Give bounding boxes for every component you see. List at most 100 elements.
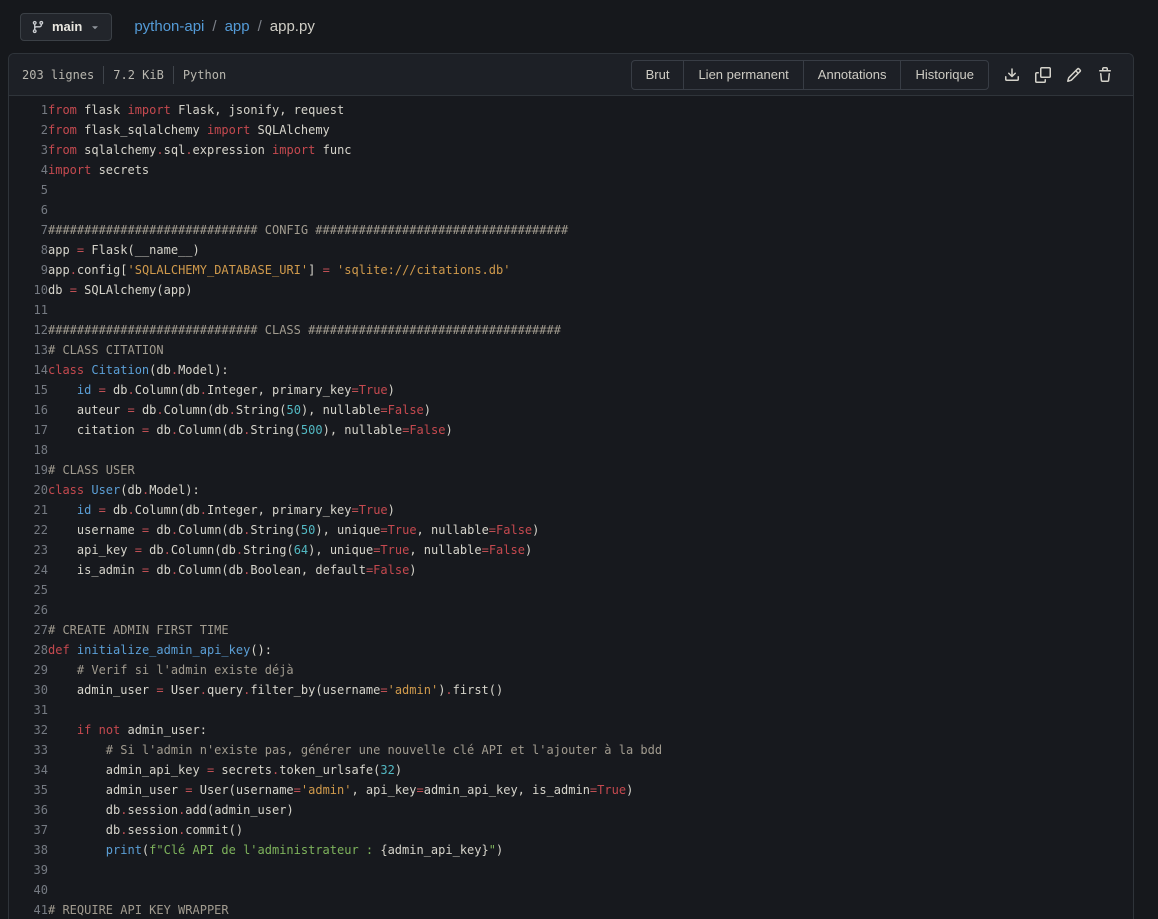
line-number[interactable]: 33 — [9, 740, 48, 760]
branch-selector-button[interactable]: main — [20, 13, 112, 41]
code-line-row: 21 id = db.Column(db.Integer, primary_ke… — [9, 500, 1133, 520]
code-line-row: 36 db.session.add(admin_user) — [9, 800, 1133, 820]
line-number[interactable]: 36 — [9, 800, 48, 820]
code-line: auteur = db.Column(db.String(50), nullab… — [48, 400, 1133, 420]
line-number[interactable]: 35 — [9, 780, 48, 800]
breadcrumb-separator: / — [258, 18, 262, 35]
line-number[interactable]: 21 — [9, 500, 48, 520]
line-number[interactable]: 16 — [9, 400, 48, 420]
history-button[interactable]: Historique — [900, 61, 988, 89]
line-number[interactable]: 18 — [9, 440, 48, 460]
line-number[interactable]: 13 — [9, 340, 48, 360]
line-number[interactable]: 15 — [9, 380, 48, 400]
trash-icon[interactable] — [1097, 67, 1113, 83]
line-number[interactable]: 38 — [9, 840, 48, 860]
code-line: # CLASS USER — [48, 460, 1133, 480]
code-line: if not admin_user: — [48, 720, 1133, 740]
line-number[interactable]: 25 — [9, 580, 48, 600]
code-line: from flask_sqlalchemy import SQLAlchemy — [48, 120, 1133, 140]
line-number[interactable]: 24 — [9, 560, 48, 580]
download-icon[interactable] — [1004, 67, 1020, 83]
code-line-row: 33 # Si l'admin n'existe pas, générer un… — [9, 740, 1133, 760]
line-number[interactable]: 2 — [9, 120, 48, 140]
git-branch-icon — [31, 20, 45, 34]
file-size: 7.2 KiB — [113, 68, 164, 82]
line-number[interactable]: 7 — [9, 220, 48, 240]
code-line: is_admin = db.Column(db.Boolean, default… — [48, 560, 1133, 580]
permalink-button[interactable]: Lien permanent — [683, 61, 802, 89]
raw-button[interactable]: Brut — [632, 61, 684, 89]
chevron-down-icon — [89, 21, 101, 33]
line-number[interactable]: 4 — [9, 160, 48, 180]
line-number[interactable]: 31 — [9, 700, 48, 720]
line-number[interactable]: 1 — [9, 100, 48, 120]
code-line — [48, 300, 1133, 320]
line-number[interactable]: 8 — [9, 240, 48, 260]
code-line-row: 18 — [9, 440, 1133, 460]
code-line-row: 39 — [9, 860, 1133, 880]
code-line — [48, 200, 1133, 220]
code-line-row: 32 if not admin_user: — [9, 720, 1133, 740]
file-info-divider — [173, 66, 174, 84]
code-line-row: 13# CLASS CITATION — [9, 340, 1133, 360]
code-line: id = db.Column(db.Integer, primary_key=T… — [48, 380, 1133, 400]
code-line: # REQUIRE API KEY WRAPPER — [48, 900, 1133, 919]
pencil-icon[interactable] — [1066, 67, 1082, 83]
code-line: def initialize_admin_api_key(): — [48, 640, 1133, 660]
line-number[interactable]: 30 — [9, 680, 48, 700]
code-line: class Citation(db.Model): — [48, 360, 1133, 380]
line-number[interactable]: 5 — [9, 180, 48, 200]
line-number[interactable]: 32 — [9, 720, 48, 740]
breadcrumb-dir-link[interactable]: app — [225, 18, 250, 35]
code-line: citation = db.Column(db.String(500), nul… — [48, 420, 1133, 440]
code-line-row: 37 db.session.commit() — [9, 820, 1133, 840]
line-number[interactable]: 27 — [9, 620, 48, 640]
line-number[interactable]: 34 — [9, 760, 48, 780]
file-view-panel: 203 lignes 7.2 KiB Python Brut Lien perm… — [8, 53, 1134, 919]
code-line-row: 22 username = db.Column(db.String(50), u… — [9, 520, 1133, 540]
line-number[interactable]: 12 — [9, 320, 48, 340]
line-number[interactable]: 6 — [9, 200, 48, 220]
line-number[interactable]: 3 — [9, 140, 48, 160]
code-line: db = SQLAlchemy(app) — [48, 280, 1133, 300]
line-number[interactable]: 22 — [9, 520, 48, 540]
line-number[interactable]: 26 — [9, 600, 48, 620]
code-table: 1from flask import Flask, jsonify, reque… — [9, 100, 1133, 919]
code-line — [48, 860, 1133, 880]
code-body: 1from flask import Flask, jsonify, reque… — [9, 100, 1133, 919]
code-line: app = Flask(__name__) — [48, 240, 1133, 260]
line-number[interactable]: 29 — [9, 660, 48, 680]
code-line-row: 12############################# CLASS ##… — [9, 320, 1133, 340]
code-line: from flask import Flask, jsonify, reques… — [48, 100, 1133, 120]
line-number[interactable]: 41 — [9, 900, 48, 919]
line-number[interactable]: 19 — [9, 460, 48, 480]
code-line — [48, 880, 1133, 900]
line-number[interactable]: 23 — [9, 540, 48, 560]
breadcrumb-repo-link[interactable]: python-api — [134, 18, 204, 35]
code-line: admin_user = User.query.filter_by(userna… — [48, 680, 1133, 700]
line-number[interactable]: 9 — [9, 260, 48, 280]
code-line: admin_user = User(username='admin', api_… — [48, 780, 1133, 800]
line-number[interactable]: 20 — [9, 480, 48, 500]
code-line: # CREATE ADMIN FIRST TIME — [48, 620, 1133, 640]
line-number[interactable]: 14 — [9, 360, 48, 380]
line-number[interactable]: 28 — [9, 640, 48, 660]
code-line: db.session.add(admin_user) — [48, 800, 1133, 820]
annotations-button[interactable]: Annotations — [803, 61, 901, 89]
line-number[interactable]: 39 — [9, 860, 48, 880]
code-line-row: 14class Citation(db.Model): — [9, 360, 1133, 380]
code-line-row: 20class User(db.Model): — [9, 480, 1133, 500]
file-header-bar: 203 lignes 7.2 KiB Python Brut Lien perm… — [9, 54, 1133, 96]
breadcrumb-current-file: app.py — [270, 18, 315, 35]
line-number[interactable]: 17 — [9, 420, 48, 440]
line-number[interactable]: 11 — [9, 300, 48, 320]
code-line-row: 23 api_key = db.Column(db.String(64), un… — [9, 540, 1133, 560]
code-line — [48, 580, 1133, 600]
code-line-row: 19# CLASS USER — [9, 460, 1133, 480]
line-number[interactable]: 40 — [9, 880, 48, 900]
code-line — [48, 180, 1133, 200]
copy-icon[interactable] — [1035, 67, 1051, 83]
code-line-row: 25 — [9, 580, 1133, 600]
line-number[interactable]: 10 — [9, 280, 48, 300]
line-number[interactable]: 37 — [9, 820, 48, 840]
